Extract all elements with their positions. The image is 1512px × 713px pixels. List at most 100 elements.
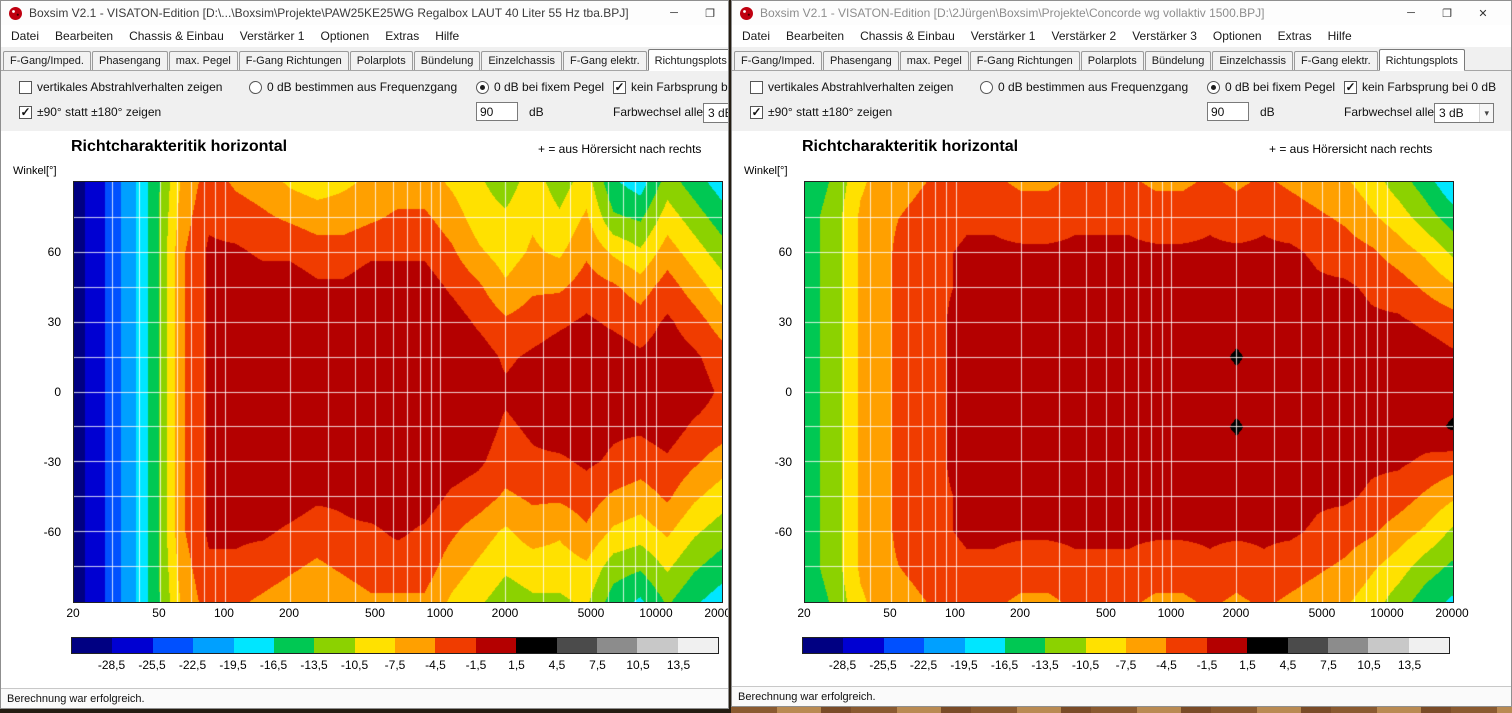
tab[interactable]: F-Gang Richtungen [970,51,1080,70]
scale-label: -28,5 [829,658,856,672]
menu-item[interactable]: Extras [377,29,427,43]
color-scale-segment [1166,638,1206,653]
tab[interactable]: F-Gang/Imped. [734,51,822,70]
tab[interactable]: F-Gang Richtungen [239,51,349,70]
menu-item[interactable]: Bearbeiten [47,29,121,43]
x-tick-label: 500 [1096,606,1116,620]
color-scale-segment [153,638,193,653]
x-tick-label: 1000 [427,606,454,620]
farbwechsel-dropdown[interactable]: 3 dB ▾ [1434,103,1494,123]
color-scale-segment [965,638,1005,653]
y-tick-label: 30 [779,315,792,329]
scale-label: 4,5 [549,658,566,672]
color-scale-segment [1207,638,1247,653]
controls-panel: vertikales Abstrahlverhalten zeigen 0 dB… [732,71,1512,131]
x-tick-label: 20000 [704,606,729,620]
x-tick-label: 200 [279,606,299,620]
color-scale-segment [1045,638,1085,653]
radio-0db-fixed-level[interactable]: 0 dB bei fixem Pegel [1207,80,1335,94]
checkbox-icon [19,81,32,94]
menu-item[interactable]: Chassis & Einbau [852,29,963,43]
menu-item[interactable]: Verstärker 3 [1124,29,1205,43]
y-axis-label: Winkel[°] [13,165,57,177]
color-scale: -28,5-25,5-22,5-19,5-16,5-13,5-10,5-7,5-… [732,635,1512,679]
y-tick-label: 30 [48,315,61,329]
close-button[interactable]: ✕ [1465,1,1501,25]
checkbox-pm90[interactable]: ✓ ±90° statt ±180° zeigen [19,105,161,119]
menu-item[interactable]: Bearbeiten [778,29,852,43]
tab[interactable]: Polarplots [1081,51,1144,70]
titlebar[interactable]: Boxsim V2.1 - VISATON-Edition [D:\...\Bo… [1,1,729,25]
radio-0db-fixed-level[interactable]: 0 dB bei fixem Pegel [476,80,604,94]
menu-item[interactable]: Datei [734,29,778,43]
tab[interactable]: F-Gang elektr. [1294,51,1378,70]
color-scale: -28,5-25,5-22,5-19,5-16,5-13,5-10,5-7,5-… [1,635,729,679]
heatmap-canvas [73,181,723,603]
minimize-button[interactable]: ─ [656,1,692,25]
color-scale-bar [71,637,719,654]
checkbox-pm90[interactable]: ✓ ±90° statt ±180° zeigen [750,105,892,119]
fixed-level-input[interactable] [476,102,518,121]
checkbox-icon: ✓ [19,106,32,119]
radio-0db-from-response[interactable]: 0 dB bestimmen aus Frequenzgang [249,80,457,94]
menu-item[interactable]: Hilfe [1320,29,1360,43]
close-button[interactable]: ✕ [728,1,729,25]
x-tick-label: 1000 [1158,606,1185,620]
color-scale-segment [1126,638,1166,653]
checkbox-vertical-pattern[interactable]: vertikales Abstrahlverhalten zeigen [19,80,222,94]
y-tick-label: -60 [44,525,61,539]
x-tick-label: 5000 [1309,606,1336,620]
x-tick-label: 20 [66,606,79,620]
maximize-button[interactable]: ❐ [1429,1,1465,25]
fixed-level-input[interactable] [1207,102,1249,121]
menu-item[interactable]: Datei [3,29,47,43]
farbwechsel-dropdown[interactable]: 3 dB ▾ [703,103,729,123]
minimize-button[interactable]: ─ [1393,1,1429,25]
tab[interactable]: Phasengang [92,51,168,70]
tab[interactable]: max. Pegel [900,51,969,70]
checkbox-vertical-pattern[interactable]: vertikales Abstrahlverhalten zeigen [750,80,953,94]
tab[interactable]: Bündelung [414,51,481,70]
color-scale-segment [1409,638,1449,653]
checkbox-no-color-jump[interactable]: ✓ kein Farbsprung bei 0 dB [1344,80,1496,94]
level-unit-label: dB [529,105,544,119]
status-text: Berechnung war erfolgreich. [738,691,876,703]
menu-item[interactable]: Hilfe [427,29,467,43]
scale-label: 13,5 [667,658,690,672]
titlebar[interactable]: Boxsim V2.1 - VISATON-Edition [D:\2Jürge… [732,1,1512,25]
tab[interactable]: F-Gang elektr. [563,51,647,70]
menu-item[interactable]: Chassis & Einbau [121,29,232,43]
tab[interactable]: max. Pegel [169,51,238,70]
checkbox-no-color-jump[interactable]: ✓ kein Farbsprung bei 0 dB [613,80,729,94]
menu-item[interactable]: Verstärker 2 [1043,29,1124,43]
tab[interactable]: Phasengang [823,51,899,70]
x-tick-label: 2000 [1223,606,1250,620]
tab[interactable]: Richtungsplots [1379,49,1465,71]
menu-item[interactable]: Verstärker 1 [232,29,313,43]
tab[interactable]: Einzelchassis [1212,51,1293,70]
tab[interactable]: Bündelung [1145,51,1212,70]
color-scale-bar [802,637,1450,654]
color-scale-segment [678,638,718,653]
maximize-button[interactable]: ❐ [692,1,728,25]
scale-label: -16,5 [260,658,287,672]
checkbox-icon: ✓ [613,81,626,94]
radio-0db-from-response[interactable]: 0 dB bestimmen aus Frequenzgang [980,80,1188,94]
color-scale-segment [924,638,964,653]
color-scale-segment [1005,638,1045,653]
menu-item[interactable]: Extras [1270,29,1320,43]
tab[interactable]: Polarplots [350,51,413,70]
scale-label: -28,5 [98,658,125,672]
controls-panel: vertikales Abstrahlverhalten zeigen 0 dB… [1,71,729,131]
scale-label: 4,5 [1280,658,1297,672]
menu-item[interactable]: Verstärker 1 [963,29,1044,43]
menu-item[interactable]: Optionen [1205,29,1270,43]
checkbox-icon: ✓ [1344,81,1357,94]
scale-label: -1,5 [466,658,487,672]
menu-item[interactable]: Optionen [312,29,377,43]
color-scale-labels: -28,5-25,5-22,5-19,5-16,5-13,5-10,5-7,5-… [71,658,719,674]
tab[interactable]: Einzelchassis [481,51,562,70]
color-scale-segment [314,638,354,653]
tab[interactable]: Richtungsplots [648,49,729,71]
tab[interactable]: F-Gang/Imped. [3,51,91,70]
